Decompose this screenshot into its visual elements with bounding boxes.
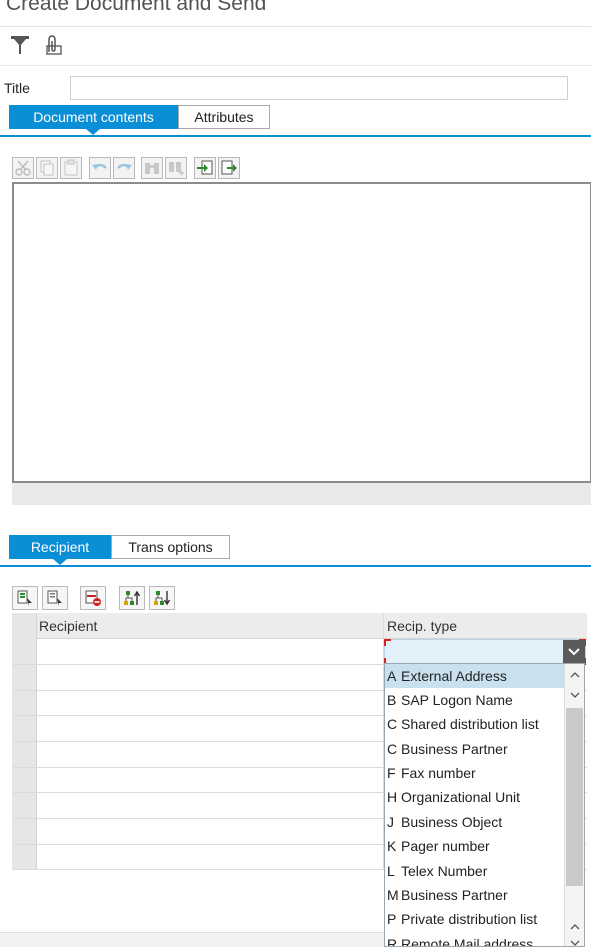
deselect-all-button[interactable] bbox=[42, 586, 68, 610]
dropdown-option[interactable]: R Remote Mail address bbox=[385, 932, 565, 946]
dropdown-option[interactable]: J Business Object bbox=[385, 810, 565, 834]
tab-trans-options[interactable]: Trans options bbox=[111, 535, 230, 559]
dropdown-option[interactable]: H Organizational Unit bbox=[385, 785, 565, 809]
title-input[interactable] bbox=[70, 76, 568, 100]
title-label: Title bbox=[4, 80, 30, 96]
sort-descending-icon bbox=[154, 591, 171, 606]
dropdown-option[interactable]: C Shared distribution list bbox=[385, 712, 565, 736]
import-icon bbox=[197, 160, 213, 175]
document-text-editor[interactable] bbox=[12, 182, 591, 483]
binoculars-next-icon bbox=[169, 162, 184, 176]
tab-document-contents[interactable]: Document contents bbox=[9, 105, 178, 129]
paste-icon bbox=[64, 159, 78, 176]
attachment-button[interactable] bbox=[42, 33, 66, 57]
sort-ascending-icon bbox=[124, 590, 141, 605]
export-button[interactable] bbox=[218, 157, 240, 179]
find-next-button[interactable] bbox=[165, 157, 187, 179]
chevron-down-icon bbox=[570, 940, 579, 946]
cut-button[interactable] bbox=[12, 157, 34, 179]
send-button[interactable] bbox=[8, 33, 32, 57]
dropdown-option[interactable]: P Private distribution list bbox=[385, 907, 565, 931]
undo-button[interactable] bbox=[89, 157, 111, 179]
tab-recipient[interactable]: Recipient bbox=[9, 535, 111, 559]
send-icon bbox=[11, 36, 29, 54]
scroll-down-button[interactable] bbox=[565, 686, 584, 704]
binoculars-icon bbox=[145, 163, 159, 174]
title-separator bbox=[0, 26, 591, 27]
recip-type-dropdown-list[interactable]: A External Address B SAP Logon Name C Share… bbox=[384, 663, 585, 947]
chevron-up-icon bbox=[570, 924, 579, 930]
scrollbar-thumb[interactable] bbox=[566, 708, 583, 886]
recip-type-combobox[interactable] bbox=[384, 639, 586, 665]
scroll-up-button[interactable] bbox=[565, 666, 584, 684]
dropdown-option[interactable]: M Business Partner bbox=[385, 883, 565, 907]
find-button[interactable] bbox=[141, 157, 163, 179]
attachment-icon bbox=[46, 35, 62, 55]
horizontal-scroll-area bbox=[0, 932, 384, 947]
table-header: Recipient Recip. type bbox=[12, 613, 587, 639]
column-header-recip-type[interactable]: Recip. type bbox=[387, 618, 457, 634]
sort-ascending-button[interactable] bbox=[119, 586, 145, 610]
dropdown-option[interactable]: F Fax number bbox=[385, 761, 565, 785]
delete-row-button[interactable] bbox=[80, 586, 106, 610]
select-all-icon bbox=[17, 590, 32, 606]
export-icon bbox=[221, 160, 237, 175]
redo-button[interactable] bbox=[113, 157, 135, 179]
deselect-all-icon bbox=[47, 590, 62, 606]
dropdown-option[interactable]: L Telex Number bbox=[385, 859, 565, 883]
import-button[interactable] bbox=[194, 157, 216, 179]
dropdown-option[interactable]: C Business Partner bbox=[385, 737, 565, 761]
redo-icon bbox=[117, 163, 132, 170]
chevron-down-icon bbox=[568, 648, 580, 656]
copy-icon bbox=[40, 160, 54, 176]
copy-button[interactable] bbox=[36, 157, 58, 179]
dropdown-option[interactable]: B SAP Logon Name bbox=[385, 688, 565, 712]
select-all-button[interactable] bbox=[12, 586, 38, 610]
focus-corner bbox=[384, 639, 391, 646]
tab-underline bbox=[0, 135, 591, 137]
column-header-recipient[interactable]: Recipient bbox=[39, 618, 97, 634]
chevron-down-icon bbox=[570, 692, 579, 698]
chevron-up-icon bbox=[570, 672, 579, 678]
undo-icon bbox=[92, 163, 107, 170]
tab-underline-recipient bbox=[0, 565, 591, 567]
paste-button[interactable] bbox=[60, 157, 82, 179]
tab-attributes[interactable]: Attributes bbox=[178, 105, 270, 129]
delete-row-icon bbox=[85, 590, 101, 606]
dropdown-toggle-button[interactable] bbox=[563, 640, 585, 664]
toolbar-separator bbox=[0, 65, 591, 66]
scroll-down-button-bottom[interactable] bbox=[565, 934, 584, 946]
sort-descending-button[interactable] bbox=[149, 586, 175, 610]
dropdown-scrollbar[interactable] bbox=[564, 664, 584, 946]
window-title: Create Document and Send bbox=[6, 0, 267, 15]
scissors-icon bbox=[15, 160, 31, 176]
dropdown-option[interactable]: K Pager number bbox=[385, 834, 565, 858]
editor-status-bar bbox=[12, 483, 591, 505]
dropdown-option[interactable]: A External Address bbox=[385, 664, 565, 688]
